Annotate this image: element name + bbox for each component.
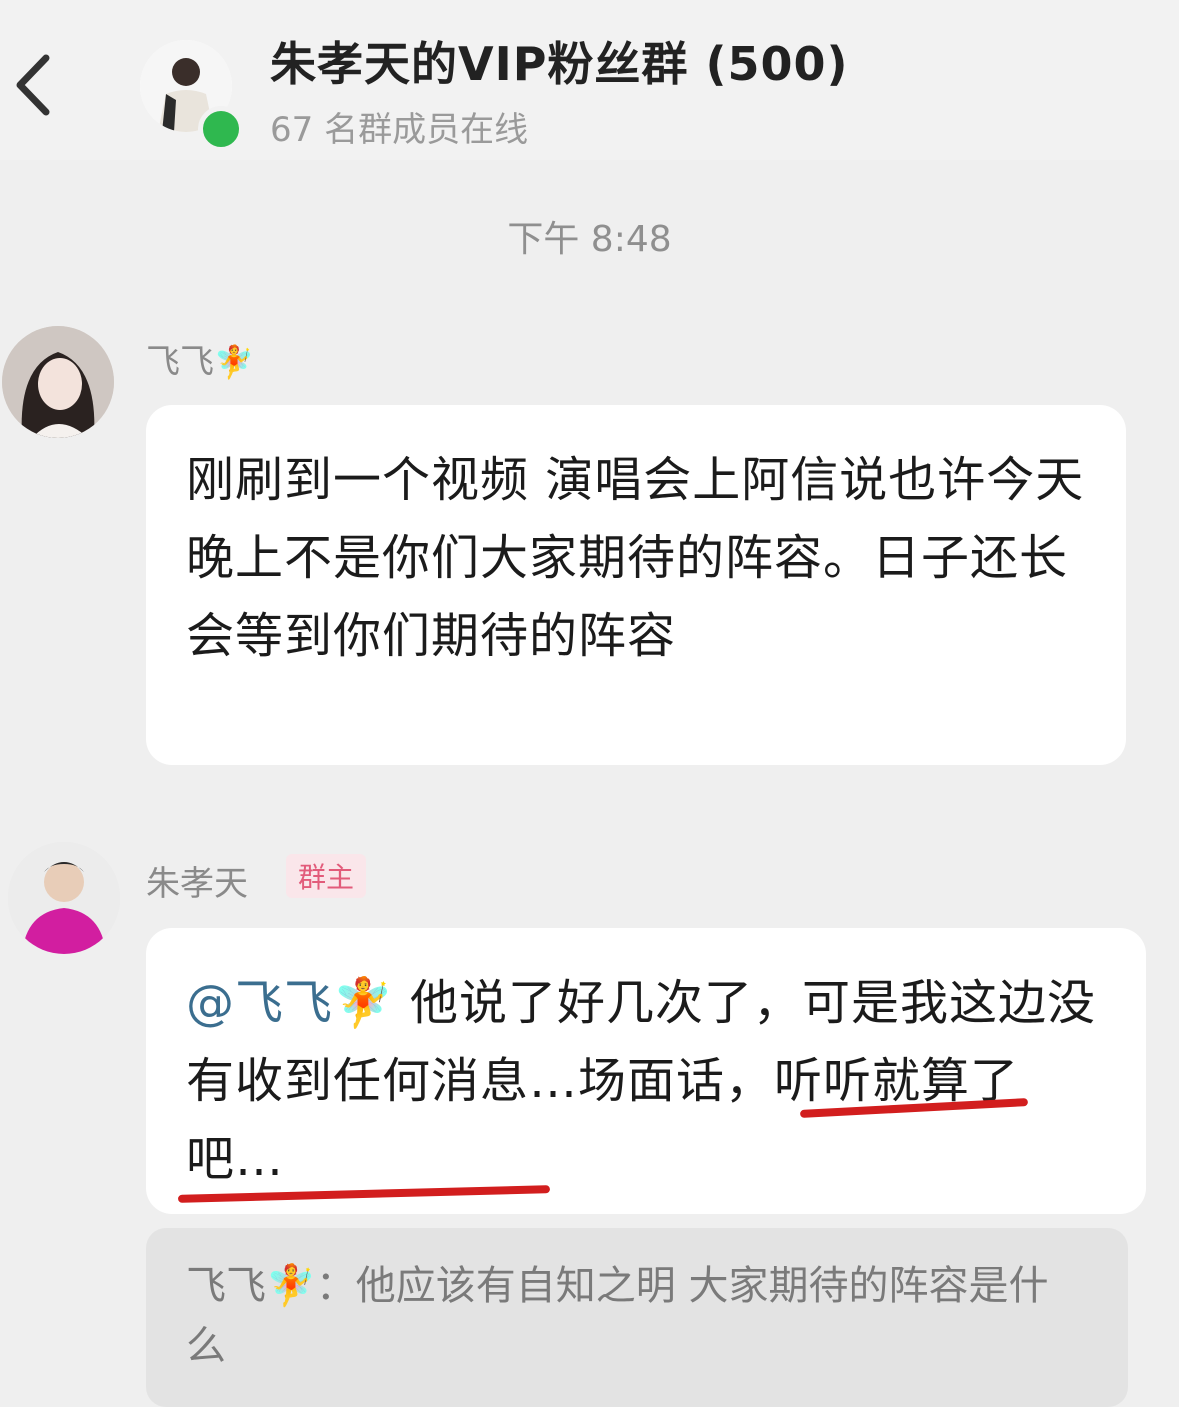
online-members-status: 67 名群成员在线 xyxy=(270,110,529,150)
message-bubble[interactable]: @飞飞🧚 他说了好几次了，可是我这边没有收到任何消息…场面话，听听就算了吧… xyxy=(146,928,1146,1214)
group-owner-badge: 群主 xyxy=(286,854,367,898)
message-timestamp: 下午 8:48 xyxy=(507,219,672,260)
online-indicator xyxy=(198,106,244,152)
quoted-text: ：他应该有自知之明 大家期待的阵容是什么 xyxy=(186,1263,1049,1369)
man-portrait-icon xyxy=(8,842,120,954)
message-text: @飞飞🧚 他说了好几次了，可是我这边没有收到任何消息…场面话，听听就算了吧… xyxy=(186,964,1106,1198)
woman-portrait-icon xyxy=(2,326,114,438)
sender-avatar[interactable] xyxy=(2,326,114,438)
quoted-sender: 飞飞🧚 xyxy=(186,1263,316,1309)
sender-avatar[interactable] xyxy=(8,842,120,954)
chat-title: 朱孝天的VIP粉丝群 (500) xyxy=(270,28,849,94)
quoted-reply[interactable]: 飞飞🧚：他应该有自知之明 大家期待的阵容是什么 xyxy=(146,1228,1128,1407)
back-button[interactable] xyxy=(8,40,58,130)
group-name: 朱孝天的VIP粉丝群 xyxy=(270,37,689,91)
mention-link[interactable]: @飞飞🧚 xyxy=(186,975,394,1031)
sender-name: 飞飞🧚 xyxy=(146,342,254,382)
member-count: (500) xyxy=(705,37,849,91)
chevron-left-icon xyxy=(16,54,50,116)
message-bubble[interactable]: 刚刷到一个视频 演唱会上阿信说也许今天晚上不是你们大家期待的阵容。日子还长 会等… xyxy=(146,405,1126,765)
fairy-icon: 🧚 xyxy=(214,343,254,381)
message-text: 刚刷到一个视频 演唱会上阿信说也许今天晚上不是你们大家期待的阵容。日子还长 会等… xyxy=(186,452,1085,664)
chat-header: 朱孝天的VIP粉丝群 (500) 67 名群成员在线 xyxy=(0,0,1179,160)
sender-name: 朱孝天 xyxy=(146,864,248,904)
